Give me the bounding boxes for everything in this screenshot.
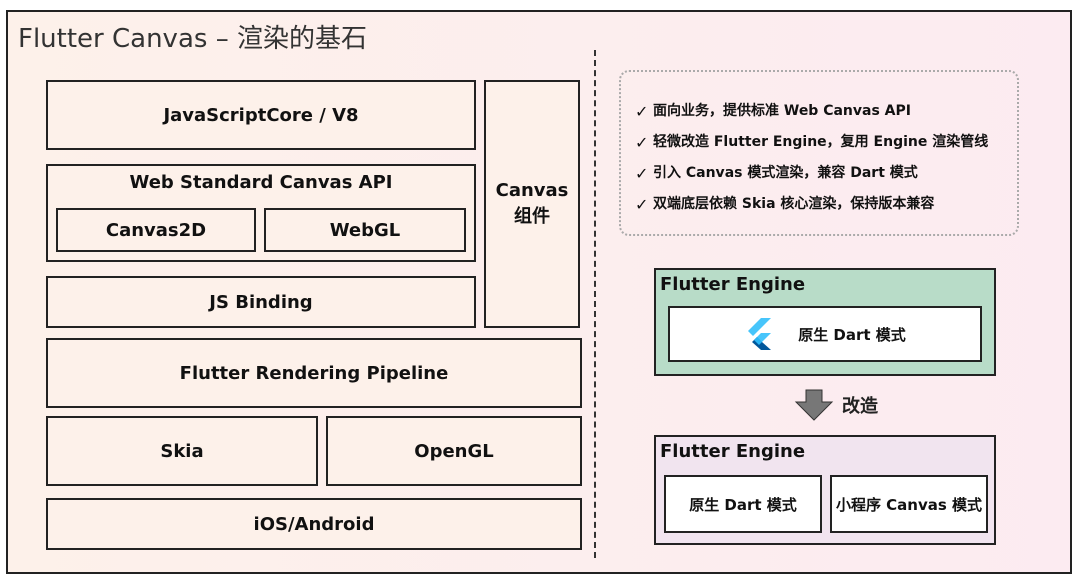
down-arrow-icon	[794, 389, 834, 421]
note-text: 轻微改造 Flutter Engine，复用 Engine 渲染管线	[653, 134, 989, 150]
dart-mode-label: 原生 Dart 模式	[798, 325, 906, 344]
engine-before-title: Flutter Engine	[660, 274, 806, 295]
js-binding-label: JS Binding	[209, 291, 313, 313]
jscore-box: JavaScriptCore / V8	[46, 80, 476, 150]
dart-mode-box: 原生 Dart 模式	[664, 475, 822, 533]
check-icon: ✓	[635, 164, 649, 183]
skia-label: Skia	[160, 440, 204, 462]
canvas-component-box: Canvas 组件	[484, 80, 580, 328]
rendering-pipeline-box: Flutter Rendering Pipeline	[46, 338, 582, 408]
note-item: ✓ 引入 Canvas 模式渲染，兼容 Dart 模式	[635, 158, 1017, 189]
platform-label: iOS/Android	[253, 513, 375, 535]
opengl-label: OpenGL	[414, 440, 494, 462]
dashed-divider	[594, 50, 596, 558]
web-canvas-api-box: Web Standard Canvas API Canvas2D WebGL	[46, 164, 476, 262]
dart-mode-label: 原生 Dart 模式	[689, 495, 797, 514]
canvas-component-label-2: 组件	[514, 206, 550, 227]
skia-box: Skia	[46, 416, 318, 486]
transform-label: 改造	[842, 396, 878, 417]
canvas-component-label-1: Canvas	[495, 180, 569, 201]
feature-notes: ✓ 面向业务，提供标准 Web Canvas API ✓ 轻微改造 Flutte…	[619, 70, 1019, 236]
note-item: ✓ 双端底层依赖 Skia 核心渲染，保持版本兼容	[635, 189, 1017, 220]
flutter-logo-icon	[748, 318, 772, 350]
engine-after-title: Flutter Engine	[660, 441, 806, 462]
canvas-mode-label: 小程序 Canvas 模式	[835, 495, 983, 514]
js-binding-box: JS Binding	[46, 276, 476, 328]
canvas-mode-box: 小程序 Canvas 模式	[830, 475, 988, 533]
dart-mode-box: 原生 Dart 模式	[668, 306, 982, 362]
check-icon: ✓	[635, 133, 649, 152]
transform-arrow: 改造	[794, 389, 878, 421]
web-canvas-api-label: Web Standard Canvas API	[129, 172, 393, 193]
check-icon: ✓	[635, 195, 649, 214]
platform-box: iOS/Android	[46, 498, 582, 550]
note-text: 引入 Canvas 模式渲染，兼容 Dart 模式	[653, 165, 918, 181]
engine-before: Flutter Engine 原生 Dart 模式	[654, 268, 996, 376]
note-text: 双端底层依赖 Skia 核心渲染，保持版本兼容	[653, 196, 935, 212]
webgl-label: WebGL	[329, 219, 401, 241]
canvas2d-box: Canvas2D	[56, 208, 256, 252]
jscore-label: JavaScriptCore / V8	[163, 104, 359, 126]
check-icon: ✓	[635, 102, 649, 121]
webgl-box: WebGL	[264, 208, 466, 252]
note-item: ✓ 轻微改造 Flutter Engine，复用 Engine 渲染管线	[635, 127, 1017, 158]
note-item: ✓ 面向业务，提供标准 Web Canvas API	[635, 96, 1017, 127]
canvas2d-label: Canvas2D	[105, 219, 207, 241]
diagram-title: Flutter Canvas – 渲染的基石	[18, 24, 367, 54]
engine-after: Flutter Engine 原生 Dart 模式 小程序 Canvas 模式	[654, 435, 996, 545]
rendering-pipeline-label: Flutter Rendering Pipeline	[179, 362, 449, 384]
opengl-box: OpenGL	[326, 416, 582, 486]
note-text: 面向业务，提供标准 Web Canvas API	[653, 103, 911, 119]
